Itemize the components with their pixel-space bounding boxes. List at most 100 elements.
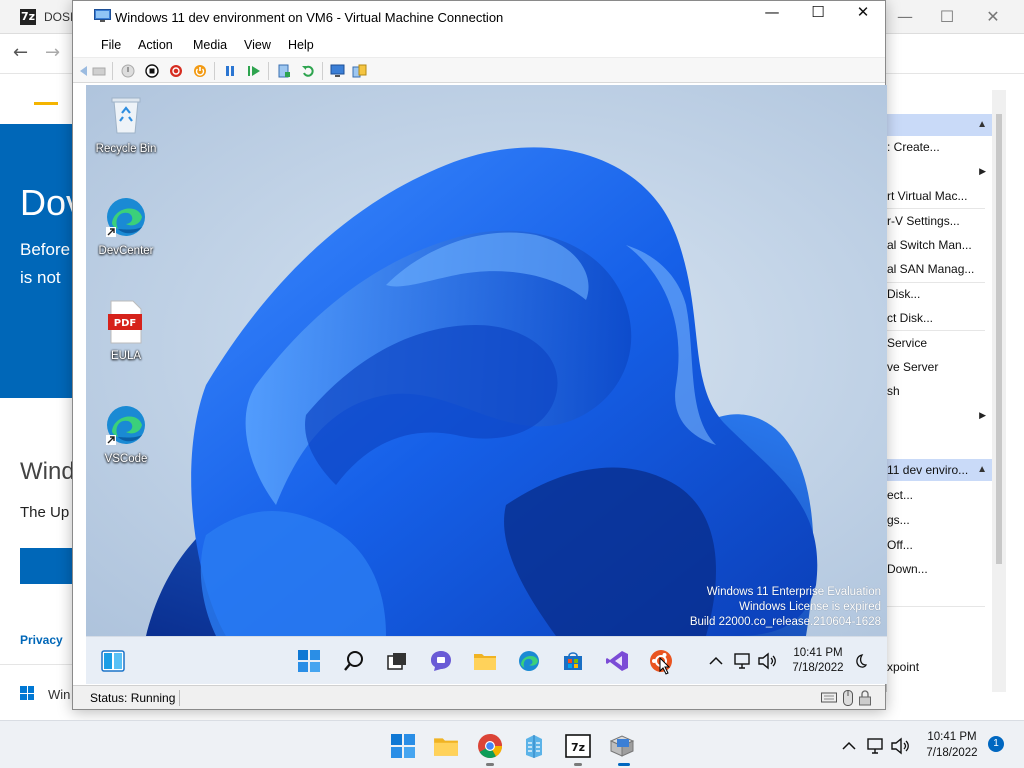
resume-icon[interactable] [246,63,261,78]
start-windows-icon[interactable] [297,649,321,673]
windows-bloom-wallpaper [146,147,818,636]
share-icon[interactable] [352,63,367,78]
chat-icon[interactable] [429,649,453,673]
hyperv-manager-icon[interactable] [609,733,635,759]
actions-header-vm[interactable]: 11 dev enviro... ▲ [887,459,993,481]
host-network-icon[interactable] [862,733,888,759]
submenu-arrow-icon[interactable]: ▶ [979,166,986,177]
volume-icon[interactable] [755,649,779,673]
pdf-icon: PDF [104,300,148,344]
vm-maximize-button[interactable]: ☐ [795,3,841,31]
desktop-icon-eula[interactable]: PDF EULA [91,300,161,362]
actions-scrollbar[interactable] [992,90,1006,692]
desktop-icon-vscode[interactable]: VSCode [91,403,161,465]
widgets-icon[interactable] [101,649,125,673]
background-minimize-button[interactable]: — [882,4,928,30]
action-quick-create[interactable]: : Create... [887,140,985,154]
desktop-icon-devcenter[interactable]: DevCenter [91,195,161,257]
save-state-icon[interactable] [192,63,207,78]
action-edit-disk[interactable]: Disk... [887,287,985,301]
host-volume-icon[interactable] [887,733,913,759]
action-virtual-san-manager[interactable]: al SAN Manag... [887,262,985,276]
action-import-virtual-machine[interactable]: rt Virtual Mac... [887,189,985,203]
download-button[interactable] [20,548,72,584]
hero-text-line1: Before [20,240,71,259]
action-connect[interactable]: ect... [887,488,985,502]
host-tray-chevron-icon[interactable] [836,733,862,759]
network-icon[interactable] [730,649,754,673]
action-hyperv-settings[interactable]: r-V Settings... [887,214,985,228]
recycle-bin-icon [104,93,148,137]
svg-text:7z: 7z [571,741,585,754]
menu-media[interactable]: Media [193,38,227,52]
host-taskbar: 7z 10:41 PM 7/18/2022 [0,720,1024,768]
action-refresh[interactable]: sh [887,384,985,398]
collapse-caret-icon[interactable]: ▲ [977,114,987,136]
pause-icon[interactable] [222,63,237,78]
host-start-windows-icon[interactable] [390,733,416,759]
host-clock[interactable]: 10:41 PM 7/18/2022 [918,729,986,761]
ctrl-alt-del-icon[interactable] [77,63,92,78]
start-icon[interactable] [120,63,135,78]
shut-down-icon[interactable] [168,63,183,78]
action-virtual-switch-manager[interactable]: al Switch Man... [887,238,985,252]
background-window-title: DOSI [44,10,74,24]
host-file-explorer-icon[interactable] [433,733,459,759]
server-manager-icon[interactable] [521,733,547,759]
back-arrow-icon[interactable]: ← [13,42,28,63]
menu-help[interactable]: Help [288,38,314,52]
checkpoint-icon[interactable] [276,63,291,78]
turn-off-icon[interactable] [144,63,159,78]
background-maximize-button[interactable]: ☐ [924,4,970,30]
forward-arrow-icon[interactable]: → [45,42,60,63]
store-icon[interactable] [561,649,585,673]
vm-connection-window: Windows 11 dev environment on VM6 - Virt… [72,0,887,710]
vm-toolbar [73,57,885,83]
action-checkpoint[interactable]: xpoint [887,660,985,674]
tray-chevron-icon[interactable] [704,649,728,673]
vm-minimize-button[interactable]: — [749,3,795,31]
edge-browser-icon[interactable] [517,649,541,673]
7zip-app-icon: 7z [20,9,36,25]
desktop-icon-recycle-bin[interactable]: Recycle Bin [91,93,161,155]
revert-icon[interactable] [300,63,315,78]
collapse-caret-icon[interactable]: ▲ [977,459,987,481]
vm-menu-bar: File Action Media View Help [73,33,885,57]
vm-close-button[interactable]: ✕ [840,3,886,31]
section-text: The Up [20,504,70,521]
7zip-icon[interactable]: 7z [565,733,591,759]
action-remove-server[interactable]: ve Server [887,360,985,374]
action-shut-down[interactable]: Down... [887,562,985,576]
chrome-icon[interactable] [477,733,503,759]
guest-desktop[interactable]: Recycle Bin DevCenter PDF EULA VSCode Wi… [86,85,887,636]
svg-text:PDF: PDF [114,318,136,329]
visual-studio-icon[interactable] [605,649,629,673]
keyboard-icon[interactable] [91,63,106,78]
hero-heading: Dov [20,182,72,223]
focus-assist-moon-icon[interactable] [848,649,872,673]
mouse-status-icon [843,690,853,706]
action-inspect-disk[interactable]: ct Disk... [887,311,985,325]
notification-badge[interactable]: 1 [988,736,1004,752]
enhanced-session-icon[interactable] [330,63,345,78]
edge-icon [104,403,148,447]
menu-action[interactable]: Action [138,38,173,52]
guest-clock[interactable]: 10:41 PM 7/18/2022 [788,646,848,676]
vm-window-title: Windows 11 dev environment on VM6 - Virt… [115,10,504,25]
lock-status-icon [858,690,872,706]
actions-header-host[interactable]: ▲ [887,114,993,136]
menu-view[interactable]: View [244,38,271,52]
task-view-icon[interactable] [385,649,409,673]
submenu-arrow-icon[interactable]: ▶ [979,410,986,421]
watermark-edition: Windows 11 Enterprise Evaluation [706,586,881,598]
menu-file[interactable]: File [101,38,121,52]
action-turn-off[interactable]: Off... [887,538,985,552]
file-explorer-icon[interactable] [473,649,497,673]
privacy-link[interactable]: Privacy [20,633,63,647]
section-title: Wind [20,458,72,485]
background-close-button[interactable]: ✕ [970,4,1016,30]
search-icon[interactable] [342,649,366,673]
vm-titlebar[interactable]: Windows 11 dev environment on VM6 - Virt… [73,1,885,33]
action-stop-service[interactable]: Service [887,336,985,350]
action-settings[interactable]: gs... [887,513,985,527]
